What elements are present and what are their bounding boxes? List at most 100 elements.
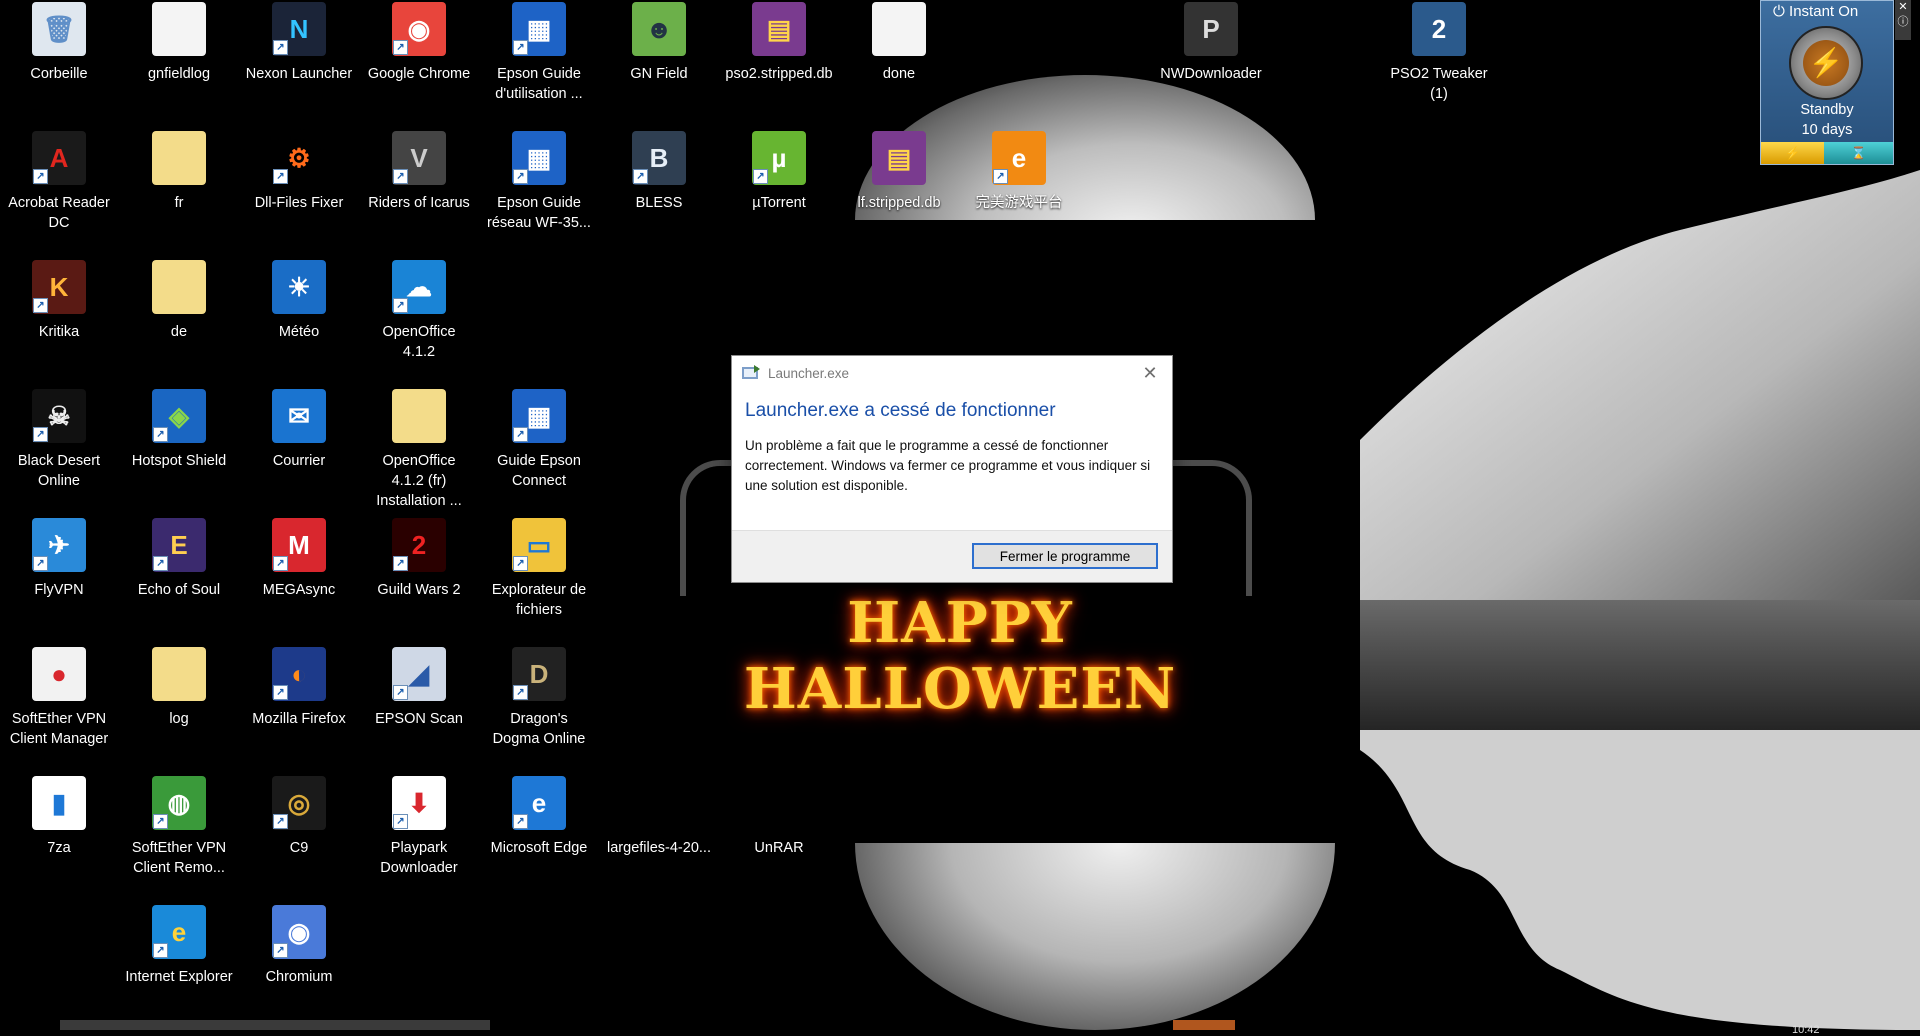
desktop-icon-lf-stripped-db[interactable]: ▤ lf.stripped.db	[845, 131, 953, 213]
desktop-icon-acrobat[interactable]: A ↗ Acrobat Reader DC	[5, 131, 113, 233]
desktop-icon-label: Dll-Files Fixer	[254, 195, 344, 211]
desktop-icon-firefox[interactable]: ◐ ↗ Mozilla Firefox	[245, 647, 353, 729]
desktop-icon-pso2-tweaker[interactable]: 2 PSO2 Tweaker (1)	[1385, 2, 1493, 104]
gadget-status: Standby 10 days	[1761, 100, 1893, 140]
bless-glyph: B	[649, 142, 669, 173]
epson-scan-glyph: ◢	[409, 658, 429, 689]
shortcut-arrow-icon: ↗	[753, 169, 768, 184]
desktop-icon-de[interactable]: de	[125, 260, 233, 342]
desktop-icon-7za[interactable]: ▮ 7za	[5, 776, 113, 858]
desktop-icon-label: Epson Guide d'utilisation ...	[495, 66, 583, 102]
shortcut-arrow-icon: ↗	[33, 556, 48, 571]
desktop-icon-gn-field[interactable]: ☻ GN Field	[605, 2, 713, 84]
google-chrome-icon: ◉ ↗	[392, 2, 446, 56]
desktop-icon-internet-explorer[interactable]: e ↗ Internet Explorer	[125, 905, 233, 987]
dll-files-fixer-glyph: ⚙	[287, 142, 311, 173]
desktop-icon-softether-manager[interactable]: ● SoftEther VPN Client Manager	[5, 647, 113, 749]
desktop-icon-largefiles[interactable]: largefiles-4-20...	[605, 776, 713, 858]
desktop-icon-label: Black Desert Online	[17, 453, 101, 489]
desktop-icon-label: Echo of Soul	[137, 582, 221, 598]
desktop-icon-c9[interactable]: ◎ ↗ C9	[245, 776, 353, 858]
desktop-icon-flyvpn[interactable]: ✈ ↗ FlyVPN	[5, 518, 113, 600]
desktop-icon-courrier[interactable]: ✉ Courrier	[245, 389, 353, 471]
dialog-titlebar[interactable]: Launcher.exe	[732, 356, 1172, 390]
desktop-icon-label: Guide Epson Connect	[497, 453, 581, 489]
kritika-icon: K ↗	[32, 260, 86, 314]
edge-icon: e ↗	[512, 776, 566, 830]
desktop-icon-openoffice[interactable]: ☁ ↗ OpenOffice 4.1.2	[365, 260, 473, 362]
desktop-icon-chromium[interactable]: ◉ ↗ Chromium	[245, 905, 353, 987]
desktop-icon-pso2-stripped-db[interactable]: ▤ pso2.stripped.db	[725, 2, 833, 84]
desktop-icon-utorrent[interactable]: µ ↗ µTorrent	[725, 131, 833, 213]
echo-of-soul-icon: E ↗	[152, 518, 206, 572]
desktop-icon-fr[interactable]: fr	[125, 131, 233, 213]
nwdownloader-glyph: P	[1202, 13, 1220, 44]
desktop-icon-label: FlyVPN	[34, 582, 84, 598]
desktop-icon-game-platform[interactable]: e ↗ 完美游戏平台	[965, 131, 1073, 213]
desktop-icon-edge[interactable]: e ↗ Microsoft Edge	[485, 776, 593, 858]
close-icon[interactable]: ✕	[1128, 356, 1172, 390]
desktop-icon-epson-guide-1[interactable]: ▦ ↗ Epson Guide d'utilisation ...	[485, 2, 593, 104]
desktop-icon-openoffice-install[interactable]: OpenOffice 4.1.2 (fr) Installation ...	[365, 389, 473, 511]
gn-field-glyph: ☻	[645, 13, 673, 44]
meteo-icon: ☀	[272, 260, 326, 314]
desktop-icon-meteo[interactable]: ☀ Météo	[245, 260, 353, 342]
epson-guide-2-glyph: ▦	[526, 142, 552, 173]
epson-guide-2-icon: ▦ ↗	[512, 131, 566, 185]
openoffice-icon: ☁ ↗	[392, 260, 446, 314]
softether-manager-icon: ●	[32, 647, 86, 701]
desktop-icon-echo-of-soul[interactable]: E ↗ Echo of Soul	[125, 518, 233, 600]
desktop-icon-nexon-launcher[interactable]: N ↗ Nexon Launcher	[245, 2, 353, 84]
desktop-icon-google-chrome[interactable]: ◉ ↗ Google Chrome	[365, 2, 473, 84]
desktop-icon-epson-scan[interactable]: ◢ ↗ EPSON Scan	[365, 647, 473, 729]
desktop-icon-dll-files-fixer[interactable]: ⚙ ↗ Dll-Files Fixer	[245, 131, 353, 213]
desktop-icon-epson-guide-2[interactable]: ▦ ↗ Epson Guide réseau WF-35...	[485, 131, 593, 233]
desktop-icon-label: OpenOffice 4.1.2 (fr) Installation ...	[376, 453, 462, 509]
epson-scan-icon: ◢ ↗	[392, 647, 446, 701]
desktop-icon-explorateur[interactable]: ▭ ↗ Explorateur de fichiers	[485, 518, 593, 620]
desktop-icon-label: OpenOffice 4.1.2	[382, 324, 456, 360]
desktop-icon-bless[interactable]: B ↗ BLESS	[605, 131, 713, 213]
desktop-icon-megasync[interactable]: M ↗ MEGAsync	[245, 518, 353, 600]
utorrent-icon: µ ↗	[752, 131, 806, 185]
close-program-button[interactable]: Fermer le programme	[972, 543, 1158, 569]
nexon-launcher-icon: N ↗	[272, 2, 326, 56]
taskbar-active-item[interactable]	[1173, 1020, 1235, 1030]
desktop-icon-label: GN Field	[630, 66, 688, 82]
desktop-icon-gnfieldlog[interactable]: gnfieldlog	[125, 2, 233, 84]
desktop-icon-unrar[interactable]: UnRAR	[725, 776, 833, 858]
desktop-icon-corbeille[interactable]: 🗑 Corbeille	[5, 2, 113, 84]
kritika-glyph: K	[49, 271, 69, 302]
gadget-bar: ⚡ ⌛	[1761, 142, 1893, 164]
desktop-icon-riders-of-icarus[interactable]: V ↗ Riders of Icarus	[365, 131, 473, 213]
flyvpn-icon: ✈ ↗	[32, 518, 86, 572]
chromium-glyph: ◉	[287, 916, 311, 947]
lf-stripped-db-icon: ▤	[872, 131, 926, 185]
desktop-icon-log[interactable]: log	[125, 647, 233, 729]
desktop-icon-nwdownloader[interactable]: P NWDownloader	[1157, 2, 1265, 84]
black-desert-glyph: ☠	[47, 400, 71, 431]
guild-wars-2-icon: 2 ↗	[392, 518, 446, 572]
charge-icon[interactable]: ⚡	[1761, 142, 1824, 164]
desktop-icon-kritika[interactable]: K ↗ Kritika	[5, 260, 113, 342]
desktop-icon-dragons-dogma[interactable]: D ↗ Dragon's Dogma Online	[485, 647, 593, 749]
chromium-icon: ◉ ↗	[272, 905, 326, 959]
shortcut-arrow-icon: ↗	[273, 943, 288, 958]
desktop-icon-hotspot-shield[interactable]: ◈ ↗ Hotspot Shield	[125, 389, 233, 471]
desktop-icon-playpark[interactable]: ⬇ ↗ Playpark Downloader	[365, 776, 473, 878]
gadget-side-controls[interactable]: ✕ ⓘ	[1895, 0, 1911, 40]
shortcut-arrow-icon: ↗	[273, 556, 288, 571]
guide-epson-connect-glyph: ▦	[526, 400, 552, 431]
desktop-icon-guide-epson-connect[interactable]: ▦ ↗ Guide Epson Connect	[485, 389, 593, 491]
riders-of-icarus-glyph: V	[410, 142, 428, 173]
desktop-icon-black-desert[interactable]: ☠ ↗ Black Desert Online	[5, 389, 113, 491]
desktop-icon-softether-remote[interactable]: ◍ ↗ SoftEther VPN Client Remo...	[125, 776, 233, 878]
standby-dial[interactable]: ⚡	[1789, 26, 1863, 100]
desktop-icon-done[interactable]: done	[845, 2, 953, 84]
c9-glyph: ◎	[287, 787, 311, 818]
pso2-tweaker-icon: 2	[1412, 2, 1466, 56]
instant-on-gadget[interactable]: ⏻ Instant On ⚡ Standby 10 days ⚡ ⌛	[1760, 0, 1894, 165]
hourglass-icon[interactable]: ⌛	[1824, 142, 1893, 164]
desktop-icon-guild-wars-2[interactable]: 2 ↗ Guild Wars 2	[365, 518, 473, 600]
guild-wars-2-glyph: 2	[411, 529, 427, 560]
